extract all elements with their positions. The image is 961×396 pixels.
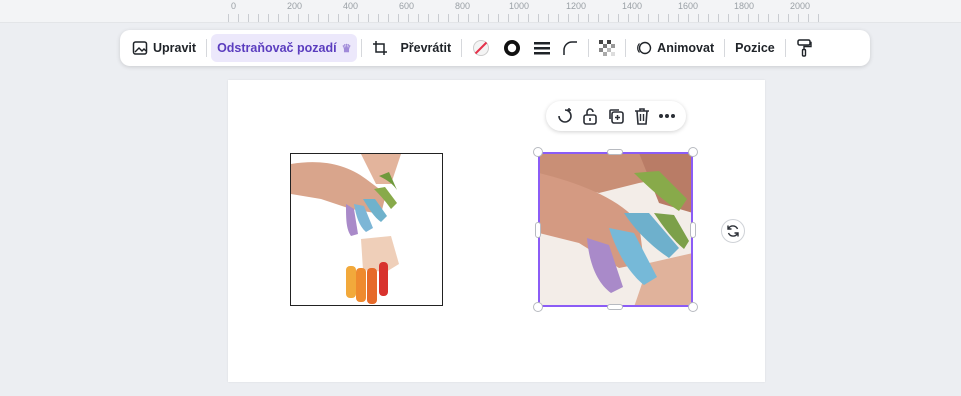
image-edit-icon: [132, 40, 148, 56]
transparency-button[interactable]: [593, 34, 621, 62]
resize-handle-top-left[interactable]: [533, 147, 543, 157]
toolbar-divider: [361, 39, 363, 57]
crown-icon: ♛: [341, 42, 352, 55]
ruler-label: 1400: [622, 1, 643, 11]
ruler-label: 1200: [566, 1, 587, 11]
toolbar-divider: [724, 39, 726, 57]
background-remover-label: Odstraňovač pozadí: [217, 41, 337, 55]
animate-icon: [636, 40, 652, 56]
more-icon[interactable]: [656, 105, 678, 127]
animate-button[interactable]: Animovat: [630, 34, 720, 62]
background-remover-button[interactable]: Odstraňovač pozadí ♛: [211, 34, 358, 62]
image-toolbar: Upravit Odstraňovač pozadí ♛ Převrátit A…: [120, 30, 870, 66]
resize-handle-bottom[interactable]: [607, 304, 623, 310]
ruler-label: 600: [399, 1, 415, 11]
ruler-label: 1600: [678, 1, 699, 11]
toolbar-divider: [784, 39, 786, 57]
trash-icon[interactable]: [631, 105, 653, 127]
ruler-label: 400: [343, 1, 359, 11]
resize-handle-left[interactable]: [535, 222, 541, 238]
circle-border-icon: [502, 38, 522, 58]
border-color-button[interactable]: [466, 34, 496, 62]
hands-image-left[interactable]: [290, 153, 443, 306]
rotate-icon: [722, 220, 744, 242]
resize-handle-bottom-left[interactable]: [533, 302, 543, 312]
toolbar-divider: [461, 39, 463, 57]
element-context-menu: [546, 101, 686, 131]
corner-rounding-button[interactable]: [556, 34, 584, 62]
checkerboard-icon: [599, 40, 616, 56]
crop-button[interactable]: [366, 34, 394, 62]
flip-button[interactable]: Převrátit: [394, 34, 457, 62]
ruler-ticks: [228, 14, 828, 22]
rotate-button[interactable]: [721, 219, 745, 243]
toolbar-divider: [625, 39, 627, 57]
animate-label: Animovat: [657, 41, 715, 55]
ruler-label: 800: [455, 1, 471, 11]
resize-handle-top-right[interactable]: [688, 147, 698, 157]
border-weight-button[interactable]: [528, 34, 556, 62]
toolbar-divider: [206, 39, 208, 57]
position-button[interactable]: Pozice: [729, 34, 781, 62]
lock-icon[interactable]: [579, 105, 601, 127]
ruler-label: 0: [231, 1, 237, 11]
duplicate-icon[interactable]: [605, 105, 627, 127]
no-border-icon: [472, 39, 490, 57]
flip-label: Převrátit: [400, 41, 452, 55]
hands-photo-zoomed: [539, 153, 693, 307]
hands-image-right[interactable]: [539, 153, 693, 307]
lasso-sparkle-icon[interactable]: [554, 105, 576, 127]
edit-label: Upravit: [153, 41, 197, 55]
ruler-label: 1800: [734, 1, 755, 11]
hands-photo: [291, 154, 442, 305]
resize-handle-bottom-right[interactable]: [688, 302, 698, 312]
ruler-label: 1000: [509, 1, 530, 11]
resize-handle-right[interactable]: [690, 222, 696, 238]
position-label: Pozice: [735, 41, 775, 55]
ruler-label: 200: [287, 1, 303, 11]
resize-handle-top[interactable]: [607, 149, 623, 155]
toolbar-divider: [588, 39, 590, 57]
ruler-label: 2000: [790, 1, 811, 11]
lines-icon: [534, 41, 551, 55]
border-style-button[interactable]: [496, 34, 528, 62]
paint-roller-icon: [796, 39, 812, 57]
ruler: 0 200 400 600 800 1000 1200 1400 1600 18…: [0, 0, 961, 23]
copy-style-button[interactable]: [790, 34, 818, 62]
edit-image-button[interactable]: Upravit: [126, 34, 202, 62]
crop-icon: [372, 40, 388, 56]
corner-radius-icon: [562, 40, 578, 56]
